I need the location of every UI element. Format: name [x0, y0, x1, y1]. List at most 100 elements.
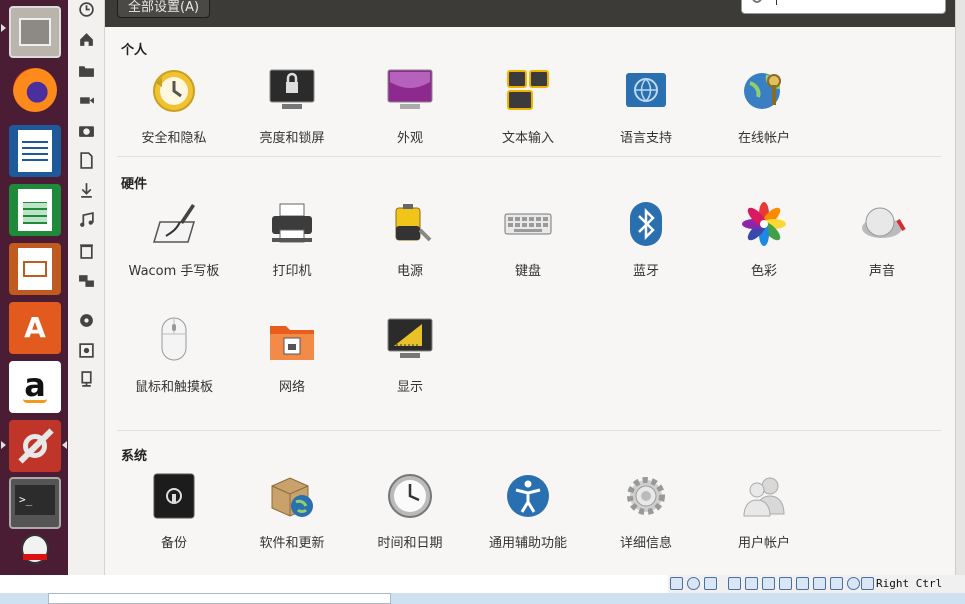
optical-drive-icon[interactable]: [687, 577, 700, 590]
folder-icon[interactable]: [78, 62, 95, 79]
tile-details[interactable]: 详细信息: [587, 472, 705, 555]
search-input[interactable]: [741, 0, 946, 14]
tile-label: Wacom 手写板: [128, 264, 220, 279]
terminal-icon[interactable]: >_: [9, 477, 61, 529]
recent-icon[interactable]: [78, 1, 95, 18]
tile-brightness-lock[interactable]: 亮度和锁屏: [233, 67, 351, 150]
vm-status-tray: Right Ctrl: [668, 575, 965, 593]
tile-software-updates[interactable]: 软件和更新: [233, 472, 351, 555]
tile-time-date[interactable]: 时间和日期: [351, 472, 469, 555]
sound-icon: [862, 207, 906, 238]
calc-icon[interactable]: [9, 184, 61, 236]
camera-icon[interactable]: [78, 122, 95, 139]
tile-label: 通用辅助功能: [488, 536, 567, 551]
section-title-system: 系统: [121, 449, 148, 464]
tile-label: 详细信息: [619, 536, 672, 551]
network-adapter-icon[interactable]: [728, 577, 741, 590]
universal-access-icon: [507, 475, 549, 517]
tile-label: 用户帐户: [737, 536, 790, 551]
tile-wacom-tablet[interactable]: Wacom 手写板: [115, 200, 233, 283]
language-support-icon: [626, 73, 666, 107]
tile-language-support[interactable]: 语言支持: [587, 67, 705, 150]
tile-label: 语言支持: [619, 131, 672, 146]
launcher-active-indicator: [62, 441, 67, 449]
tile-printer[interactable]: 打印机: [233, 200, 351, 283]
home-icon[interactable]: [78, 31, 95, 48]
printer-icon: [272, 203, 312, 243]
recording-icon[interactable]: [830, 577, 843, 590]
network-icon: [270, 326, 314, 360]
tile-label: 鼠标和触摸板: [134, 380, 213, 395]
user-accounts-icon: [743, 477, 785, 517]
writer-icon[interactable]: [9, 125, 61, 177]
tile-online-accounts[interactable]: 在线帐户: [705, 67, 823, 150]
security-privacy-icon: [153, 70, 195, 112]
hard-disk-icon[interactable]: [670, 577, 683, 590]
optical-disc-icon[interactable]: [78, 312, 95, 329]
tile-network[interactable]: 网络: [233, 316, 351, 399]
display-status-icon[interactable]: [779, 577, 792, 590]
tile-label: 软件和更新: [259, 536, 325, 551]
wacom-tablet-icon: [152, 204, 196, 243]
launcher-running-indicator: [1, 24, 6, 32]
tile-text-entry[interactable]: 文本输入: [469, 67, 587, 150]
tile-sound[interactable]: 声音: [823, 200, 941, 283]
software-center-icon[interactable]: A: [9, 302, 61, 354]
download-icon[interactable]: [78, 182, 95, 199]
section-title-hardware: 硬件: [121, 177, 148, 192]
tile-display[interactable]: 显示: [351, 316, 469, 399]
tile-mouse-touchpad[interactable]: 鼠标和触摸板: [115, 316, 233, 399]
system-settings-icon[interactable]: [9, 420, 61, 472]
amazon-icon[interactable]: a: [9, 361, 61, 413]
cpu-icon[interactable]: [813, 577, 826, 590]
tile-user-accounts[interactable]: 用户帐户: [705, 472, 823, 555]
impress-icon[interactable]: [9, 243, 61, 295]
tile-label: 打印机: [272, 264, 312, 279]
all-settings-button[interactable]: 全部设置(A): [117, 0, 211, 18]
tile-label: 声音: [868, 264, 895, 279]
usb-drive-icon[interactable]: [78, 371, 95, 388]
tile-label: 安全和隐私: [141, 131, 207, 146]
files-icon[interactable]: [9, 6, 61, 58]
tile-label: 蓝牙: [632, 264, 659, 279]
tile-security-privacy[interactable]: 安全和隐私: [115, 67, 233, 150]
taskbar-search-field[interactable]: [48, 593, 391, 604]
document-icon[interactable]: [78, 152, 95, 169]
firefox-icon[interactable]: [9, 66, 61, 118]
keyboard-capture-icon[interactable]: [861, 577, 874, 590]
tile-label: 在线帐户: [737, 131, 790, 146]
host-key-label: Right Ctrl: [876, 577, 943, 590]
shared-folders-icon[interactable]: [762, 577, 775, 590]
tile-keyboard[interactable]: 键盘: [469, 200, 587, 283]
mouse-touchpad-icon: [161, 317, 187, 361]
tile-universal-access[interactable]: 通用辅助功能: [469, 472, 587, 555]
host-taskbar: [0, 593, 965, 604]
tile-bluetooth[interactable]: 蓝牙: [587, 200, 705, 283]
tile-backup[interactable]: 备份: [115, 472, 233, 555]
audio-icon[interactable]: [704, 577, 717, 590]
tile-label: 显示: [396, 380, 423, 395]
tile-color[interactable]: 色彩: [705, 200, 823, 283]
drive-icon[interactable]: [78, 342, 95, 359]
time-date-icon: [388, 474, 432, 518]
qq-icon[interactable]: [9, 530, 61, 570]
tile-power[interactable]: 电源: [351, 200, 469, 283]
tile-label: 亮度和锁屏: [259, 131, 325, 146]
section-divider: [117, 156, 941, 157]
video-icon[interactable]: [78, 92, 95, 109]
display-icon: [387, 318, 433, 358]
network-places-icon[interactable]: [78, 272, 95, 289]
online-accounts-icon: [744, 73, 781, 109]
video-capture-icon[interactable]: [796, 577, 809, 590]
launcher-running-indicator: [1, 441, 6, 449]
trash-icon[interactable]: [78, 242, 95, 259]
music-icon[interactable]: [78, 212, 95, 229]
tile-appearance[interactable]: 外观: [351, 67, 469, 150]
tile-label: 色彩: [750, 264, 777, 279]
tile-label: 备份: [160, 536, 187, 551]
appearance-icon: [387, 69, 433, 109]
window-edge: [955, 0, 965, 575]
section-title-personal: 个人: [121, 43, 148, 58]
usb-icon[interactable]: [745, 577, 758, 590]
mouse-integration-icon[interactable]: [847, 577, 860, 590]
